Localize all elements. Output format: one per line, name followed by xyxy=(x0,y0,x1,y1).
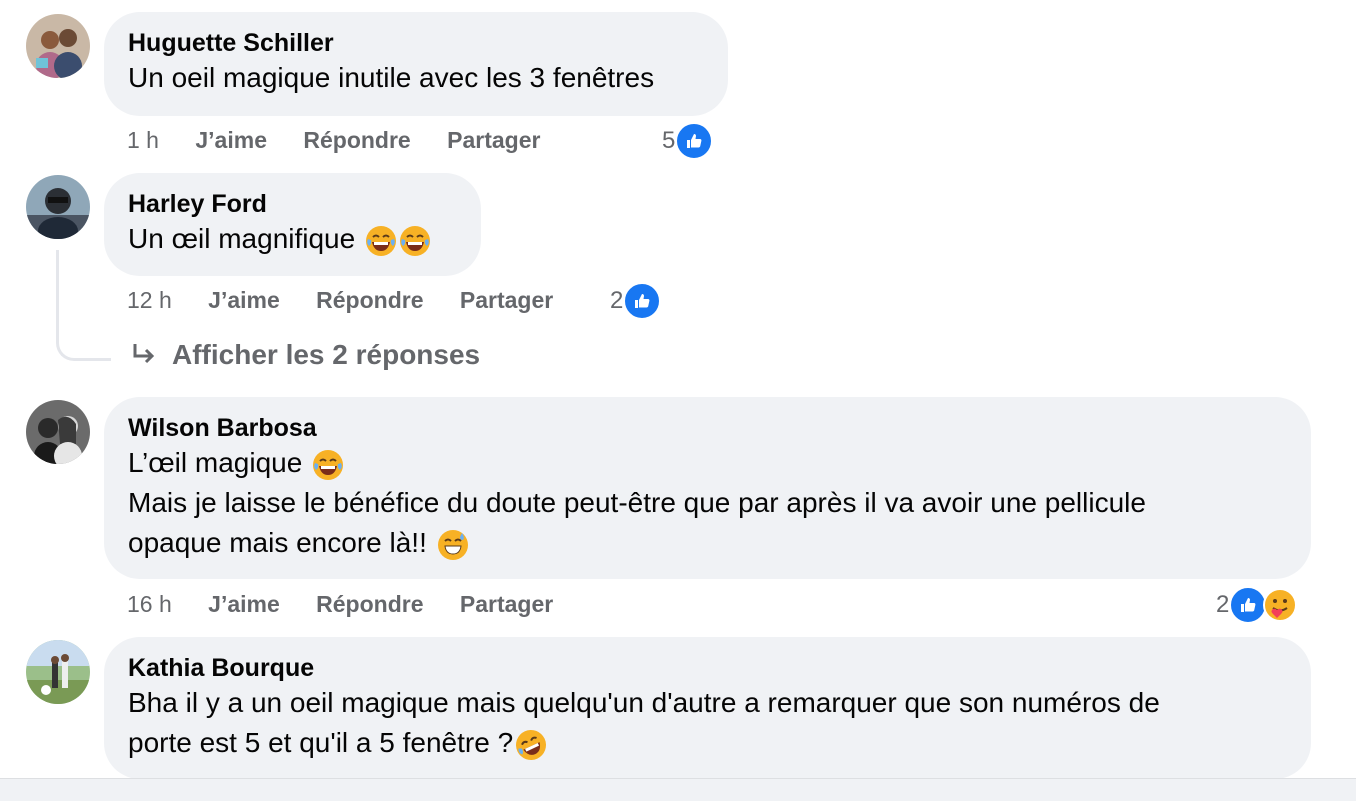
comment-bubble: Kathia Bourque Bha il y a un oeil magiqu… xyxy=(104,637,1311,779)
laughing-tears-emoji-icon xyxy=(365,225,396,256)
comment-text: Bha il y a un oeil magique mais quelqu'u… xyxy=(128,687,1160,718)
share-button[interactable]: Partager xyxy=(460,287,553,313)
comment-bubble: Huguette Schiller Un oeil magique inutil… xyxy=(104,12,728,116)
avatar[interactable] xyxy=(26,640,90,704)
comment-actions: 1 h J’aime Répondre Partager xyxy=(127,127,540,154)
reaction-count: 2 xyxy=(1216,591,1230,618)
laughing-tears-emoji-icon xyxy=(313,449,344,480)
comment-text: L’œil magique xyxy=(128,447,303,478)
laughing-tears-emoji-icon xyxy=(399,225,430,256)
like-icon xyxy=(675,122,714,160)
avatar[interactable] xyxy=(26,400,90,464)
comment-text: Un œil magnifique xyxy=(128,223,356,254)
like-button[interactable]: J’aime xyxy=(208,287,280,313)
reply-arrow-icon xyxy=(133,344,155,364)
reaction-count: 5 xyxy=(662,127,676,154)
like-button[interactable]: J’aime xyxy=(208,591,280,617)
comment-text: porte est 5 et qu'il a 5 fenêtre ? xyxy=(128,727,514,758)
rolling-laughing-emoji-icon xyxy=(516,729,547,760)
view-replies-label: Afficher les 2 réponses xyxy=(172,339,481,370)
comment-author[interactable]: Huguette Schiller xyxy=(128,28,704,58)
avatar[interactable] xyxy=(26,14,90,78)
like-icon xyxy=(623,282,662,320)
comment-actions: 16 h J’aime Répondre Partager xyxy=(127,591,553,618)
bottom-divider xyxy=(0,778,1356,801)
view-replies-link[interactable]: Afficher les 2 réponses xyxy=(130,339,480,371)
avatar[interactable] xyxy=(26,175,90,239)
like-button[interactable]: J’aime xyxy=(195,127,267,153)
like-icon xyxy=(1229,586,1268,624)
comment-bubble: Wilson Barbosa L’œil magique Mais je lai… xyxy=(104,397,1311,579)
reply-button[interactable]: Répondre xyxy=(316,591,423,617)
comment-author[interactable]: Wilson Barbosa xyxy=(128,413,1287,443)
reaction-summary[interactable]: 2 xyxy=(610,282,662,320)
grinning-sweat-emoji-icon xyxy=(437,529,468,560)
comment-actions: 12 h J’aime Répondre Partager xyxy=(127,287,553,314)
comment-text: opaque mais encore là!! xyxy=(128,527,427,558)
share-button[interactable]: Partager xyxy=(447,127,540,153)
share-button[interactable]: Partager xyxy=(460,591,553,617)
comment-time[interactable]: 1 h xyxy=(127,127,159,153)
comment-author[interactable]: Kathia Bourque xyxy=(128,653,1287,683)
reaction-summary[interactable]: 5 xyxy=(662,122,714,160)
comment-author[interactable]: Harley Ford xyxy=(128,189,457,219)
reaction-count: 2 xyxy=(610,287,624,314)
thread-connector xyxy=(56,250,111,361)
reaction-summary[interactable]: 2 xyxy=(1216,586,1298,624)
reply-button[interactable]: Répondre xyxy=(316,287,423,313)
comment-time[interactable]: 12 h xyxy=(127,287,172,313)
care-icon xyxy=(1263,588,1298,622)
comment-time[interactable]: 16 h xyxy=(127,591,172,617)
comment-text: Un oeil magique inutile avec les 3 fenêt… xyxy=(128,62,655,93)
comment-text: Mais je laisse le bénéfice du doute peut… xyxy=(128,487,1146,518)
comment-bubble: Harley Ford Un œil magnifique xyxy=(104,173,481,276)
reply-button[interactable]: Répondre xyxy=(303,127,410,153)
